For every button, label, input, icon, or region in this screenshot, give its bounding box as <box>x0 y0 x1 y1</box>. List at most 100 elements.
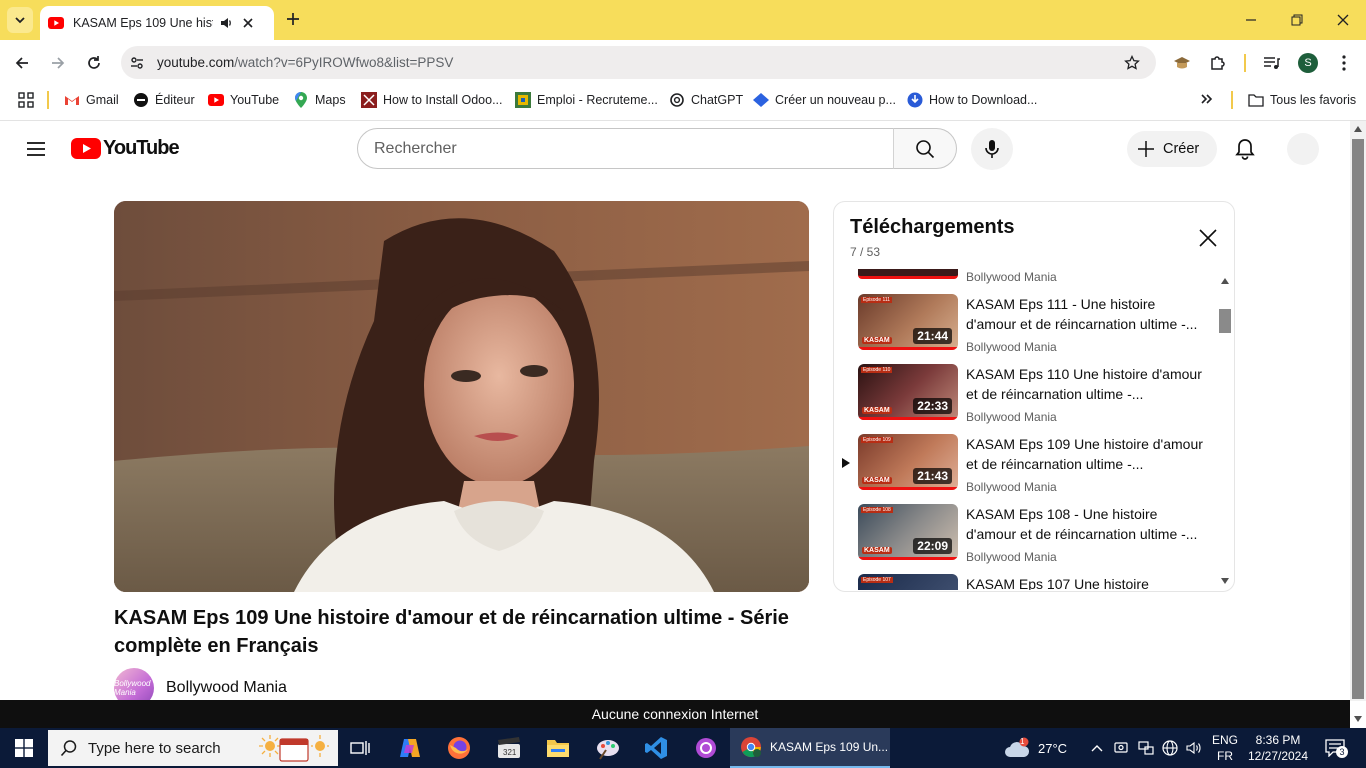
playlist-item-title[interactable]: KASAM Eps 111 - Une histoire d'amour et … <box>966 294 1206 334</box>
triangle-down-icon <box>1221 578 1229 584</box>
url-text[interactable]: youtube.com/watch?v=6PyIROWfwo8&list=PPS… <box>157 55 453 70</box>
reload-button[interactable] <box>81 50 107 76</box>
playlist-item-title[interactable]: KASAM Eps 108 - Une histoire d'amour et … <box>966 504 1206 544</box>
back-button[interactable] <box>9 50 35 76</box>
bookmark-creer[interactable]: Créer un nouveau p... <box>753 91 896 109</box>
file-explorer-app[interactable] <box>544 734 572 762</box>
search-button[interactable] <box>893 128 957 169</box>
playlist-item[interactable]: Episode 107 KASAM Eps 107 Une histoire <box>836 574 1218 590</box>
input-language-button[interactable]: ENG FR <box>1212 728 1238 768</box>
tab-search-dropdown-button[interactable] <box>7 7 33 33</box>
new-tab-button[interactable] <box>282 8 304 30</box>
channel-name-link[interactable]: Bollywood Mania <box>166 679 287 697</box>
bookmark-youtube[interactable]: YouTube <box>208 91 279 109</box>
vscode-app[interactable] <box>642 734 670 762</box>
profile-avatar[interactable]: S <box>1298 53 1318 73</box>
episode-tag: Episode 107 <box>861 577 893 583</box>
weather-widget[interactable]: 1 27°C <box>1004 728 1067 768</box>
browser-tab-active[interactable]: KASAM Eps 109 Une histoire d'amour <box>40 6 274 40</box>
site-info-button[interactable] <box>127 53 147 73</box>
playlist-item-thumbnail[interactable]: Episode 110 KASAM 22:33 <box>858 364 958 420</box>
task-view-button[interactable] <box>346 734 374 762</box>
close-tab-icon[interactable] <box>243 18 253 28</box>
chrome-taskbar-window[interactable]: KASAM Eps 109 Un... <box>730 728 890 768</box>
system-tray-icons[interactable] <box>1090 728 1202 768</box>
restore-window-button[interactable] <box>1274 0 1320 40</box>
video-player[interactable] <box>114 201 809 592</box>
language-code: ENG <box>1212 733 1239 747</box>
notifications-button[interactable] <box>1230 134 1260 164</box>
paint-app[interactable] <box>594 734 622 762</box>
close-window-button[interactable] <box>1320 0 1366 40</box>
create-button[interactable]: Créer <box>1127 131 1217 167</box>
kebab-menu-icon <box>1342 55 1346 71</box>
bookmark-odoo[interactable]: How to Install Odoo... <box>361 91 503 109</box>
weather-badge: 1 <box>1020 737 1025 746</box>
bookmark-gmail[interactable]: Gmail <box>64 91 119 109</box>
search-input[interactable]: Rechercher <box>357 128 894 169</box>
plus-icon <box>1138 141 1154 157</box>
network-adapter-icon[interactable] <box>1138 741 1154 755</box>
playlist-item-current[interactable]: Episode 109 KASAM 21:43 KASAM Eps 109 Un… <box>836 434 1218 504</box>
playlist-item-title[interactable]: KASAM Eps 110 Une histoire d'amour et de… <box>966 364 1206 404</box>
extensions-menu-button[interactable] <box>1208 53 1228 73</box>
chevron-down-icon <box>15 17 25 24</box>
bookmark-editeur[interactable]: Éditeur <box>133 91 195 109</box>
clock-button[interactable]: 8:36 PM 12/27/2024 <box>1248 728 1308 768</box>
playlist-item[interactable]: Episode 108 KASAM 22:09 KASAM Eps 108 - … <box>836 504 1218 574</box>
bookmark-emploi[interactable]: Emploi - Recruteme... <box>515 91 658 109</box>
chevron-up-icon[interactable] <box>1090 741 1104 755</box>
playlist-item-title[interactable]: KASAM Eps 107 Une histoire <box>966 574 1206 590</box>
media-controls-button[interactable] <box>1262 53 1282 73</box>
browser-menu-button[interactable] <box>1334 53 1354 73</box>
playlist-scroll-down-button[interactable] <box>1221 578 1229 584</box>
playlist-scrollbar-thumb[interactable] <box>1219 309 1231 333</box>
firefox-icon <box>448 737 470 759</box>
playlist-close-button[interactable] <box>1194 224 1222 252</box>
all-bookmarks-folder[interactable]: Tous les favoris <box>1248 91 1356 109</box>
video-editor-app[interactable]: 321 <box>495 734 523 762</box>
voice-search-button[interactable] <box>971 128 1013 170</box>
playlist-scroll-up-button[interactable] <box>1221 278 1229 284</box>
page-scroll-down-button[interactable] <box>1354 716 1362 722</box>
watched-progress-bar <box>858 487 958 490</box>
youtube-logo-text: YouTube <box>103 137 180 159</box>
minimize-window-button[interactable] <box>1228 0 1274 40</box>
volume-icon[interactable] <box>1186 741 1202 755</box>
triangle-up-icon <box>1354 126 1362 132</box>
playlist-item[interactable]: Episode 111 KASAM 21:44 KASAM Eps 111 - … <box>836 294 1218 364</box>
firefox-app[interactable] <box>445 734 473 762</box>
extension-button[interactable] <box>1172 53 1192 73</box>
microphone-icon <box>985 140 999 158</box>
speaker-icon[interactable] <box>219 16 233 30</box>
playlist-item-thumbnail[interactable]: Episode 108 KASAM 22:09 <box>858 504 958 560</box>
taskbar-search-box[interactable]: Type here to search <box>48 730 338 766</box>
media-player-app[interactable] <box>692 734 720 762</box>
playlist-item-title[interactable]: KASAM Eps 109 Une histoire d'amour et de… <box>966 434 1206 474</box>
more-bookmarks-button[interactable] <box>1200 92 1214 106</box>
playlist-item-thumbnail-partial[interactable] <box>858 269 958 279</box>
playlist-item-thumbnail[interactable]: Episode 107 <box>858 574 958 590</box>
page-scroll-up-button[interactable] <box>1354 126 1362 132</box>
playlist-item-thumbnail[interactable]: Episode 109 KASAM 21:43 <box>858 434 958 490</box>
camera-icon[interactable] <box>1114 741 1128 755</box>
account-avatar[interactable] <box>1287 133 1319 165</box>
forward-button[interactable] <box>45 50 71 76</box>
triangle-down-icon <box>1354 716 1362 722</box>
globe-icon[interactable] <box>1162 740 1178 756</box>
bookmark-howto-download[interactable]: How to Download... <box>907 91 1037 109</box>
apps-button[interactable] <box>18 92 34 108</box>
bookmark-chatgpt[interactable]: ChatGPT <box>669 91 743 109</box>
youtube-logo[interactable]: YouTube <box>71 137 180 160</box>
notification-center-button[interactable]: 3 <box>1322 728 1348 768</box>
copilot-button[interactable] <box>396 734 424 762</box>
playlist-item-thumbnail[interactable]: Episode 111 KASAM 21:44 <box>858 294 958 350</box>
bookmark-star-button[interactable] <box>1122 53 1142 73</box>
toolbar-divider <box>1244 54 1246 72</box>
bookmark-maps[interactable]: Maps <box>293 91 346 109</box>
start-button[interactable] <box>0 728 48 768</box>
playlist-item[interactable]: Episode 110 KASAM 22:33 KASAM Eps 110 Un… <box>836 364 1218 434</box>
page-scrollbar-thumb[interactable] <box>1352 139 1364 699</box>
guide-menu-button[interactable] <box>24 137 48 161</box>
playlist-title[interactable]: Téléchargements <box>850 216 1015 239</box>
